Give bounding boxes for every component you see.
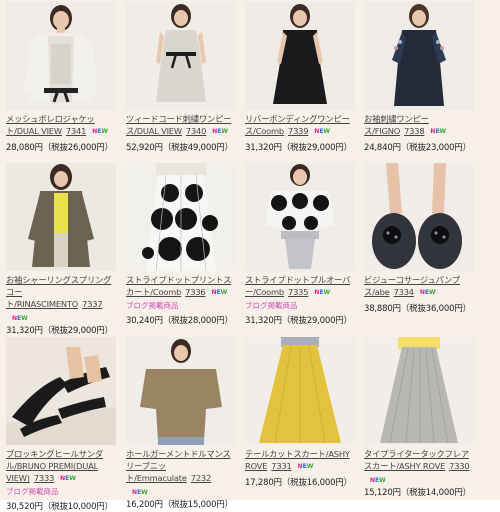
new-badge: NEW — [132, 489, 148, 496]
product-name[interactable]: ストライプドットプリントスカート/Coomb 7336 NEW — [126, 274, 238, 299]
product-card: メッシュボレロジャケット/DUAL VIEW 7341 NEW 28,080円（税抜… — [6, 2, 118, 153]
product-image-spring-coat[interactable] — [6, 163, 116, 271]
product-name[interactable]: ツィードコード刺繍ワンピース/DUAL VIEW 7340 NEW — [126, 113, 238, 138]
new-badge: NEW — [92, 128, 108, 135]
blog-featured-badge: ブログ掲載商品 — [126, 301, 179, 310]
product-name[interactable]: お袖刺繍ワンピース/FIGNO 7338 NEW — [364, 113, 476, 138]
product-price: 38,880円（税抜36,000円） — [364, 304, 471, 314]
product-name[interactable]: リバーボンディングワンピース/Coomb 7339 NEW — [245, 113, 357, 138]
new-badge: NEW — [430, 128, 447, 135]
product-image-sandals[interactable] — [6, 337, 116, 445]
new-badge: NEW — [419, 289, 436, 296]
product-card: リバーボンディングワンピース/Coomb 7339 NEW 31,320円（税抜29… — [245, 2, 357, 153]
product-image-dolman-knit[interactable] — [126, 337, 236, 445]
product-image-dot-skirt[interactable] — [126, 163, 236, 271]
product-name[interactable]: お袖シャーリングスプリングコート/RINASCIMENTO 7337 — [6, 274, 118, 310]
new-badge: NEW — [12, 315, 28, 322]
product-name[interactable]: ホールガーメントドルマンスリーブニット/Emmaculate 7232 — [126, 448, 238, 484]
product-grid: メッシュボレロジャケット/DUAL VIEW 7341 NEW 28,080円（税抜… — [0, 0, 500, 512]
new-badge: NEW — [211, 289, 228, 296]
new-badge: NEW — [60, 475, 76, 482]
product-name[interactable]: タイプライタータックフレアスカート/ASHY ROVE 7330 — [364, 448, 476, 472]
new-badge: NEW — [212, 128, 228, 135]
product-card: テールカットスカート/ASHY ROVE 7331 NEW 17,280円（税抜16… — [245, 337, 357, 488]
product-image-yellow-skirt[interactable] — [245, 337, 355, 445]
product-price: 24,840円（税抜23,000円） — [364, 143, 471, 153]
product-name[interactable]: メッシュボレロジャケット/DUAL VIEW 7341 NEW — [6, 113, 118, 138]
product-name[interactable]: テールカットスカート/ASHY ROVE 7331 NEW — [245, 448, 357, 473]
product-card: ツィードコード刺繍ワンピース/DUAL VIEW 7340 NEW 52,920円（… — [126, 2, 238, 153]
product-card: ビジューコサージュパンプス/abe 7334 NEW 38,880円（税抜36,00… — [364, 163, 476, 314]
product-name[interactable]: ストライプドットプルオーバー/Coomb 7335 NEW — [245, 274, 357, 299]
product-image-dot-pullover[interactable] — [245, 163, 355, 271]
product-card: ストライプドットプルオーバー/Coomb 7335 NEW ブログ掲載商品 31,3… — [245, 163, 357, 326]
product-card: ブロッキングヒールサンダル/BRUNO PREMI(DUAL VIEW) 7333… — [6, 337, 118, 512]
new-badge: NEW — [314, 289, 331, 296]
product-card: お袖シャーリングスプリングコート/RINASCIMENTO 7337 NEW 31… — [6, 163, 118, 336]
product-card: お袖刺繍ワンピース/FIGNO 7338 NEW 24,840円（税抜23,000円… — [364, 2, 476, 153]
product-price: 17,280円（税抜16,000円） — [245, 478, 352, 488]
product-image-bijou-pumps[interactable] — [364, 163, 474, 271]
blog-featured-badge: ブログ掲載商品 — [245, 301, 298, 310]
product-card: タイプライタータックフレアスカート/ASHY ROVE 7330 NEW 15,1… — [364, 337, 476, 498]
product-image-tweed-dress[interactable] — [126, 2, 236, 110]
product-name[interactable]: ブロッキングヒールサンダル/BRUNO PREMI(DUAL VIEW) 7333… — [6, 448, 118, 485]
product-price: 28,080円（税抜26,000円） — [6, 143, 113, 153]
new-badge: NEW — [297, 463, 314, 470]
product-card: ホールガーメントドルマンスリーブニット/Emmaculate 7232 NEW 1… — [126, 337, 238, 510]
product-image-tuck-skirt[interactable] — [364, 337, 474, 445]
product-card: ストライプドットプリントスカート/Coomb 7336 NEW ブログ掲載商品 30… — [126, 163, 238, 326]
blog-featured-badge: ブログ掲載商品 — [6, 487, 59, 496]
product-image-bolero[interactable] — [6, 2, 116, 110]
new-badge: NEW — [370, 477, 386, 484]
product-image-embroidered-dress[interactable] — [364, 2, 474, 110]
product-name[interactable]: ビジューコサージュパンプス/abe 7334 NEW — [364, 274, 476, 299]
product-image-black-dress[interactable] — [245, 2, 355, 110]
new-badge: NEW — [314, 128, 331, 135]
product-price: 31,320円（税抜29,000円） — [245, 143, 352, 153]
product-price: 31,320円（税抜29,000円） — [245, 316, 352, 326]
product-price: 30,240円（税抜28,000円） — [126, 316, 233, 326]
product-price: 30,520円（税抜10,000円） — [6, 502, 113, 512]
product-price: 31,320円（税抜29,000円） — [6, 326, 113, 336]
product-price: 52,920円（税抜49,000円） — [126, 143, 233, 153]
product-price: 15,120円（税抜14,000円） — [364, 488, 471, 498]
